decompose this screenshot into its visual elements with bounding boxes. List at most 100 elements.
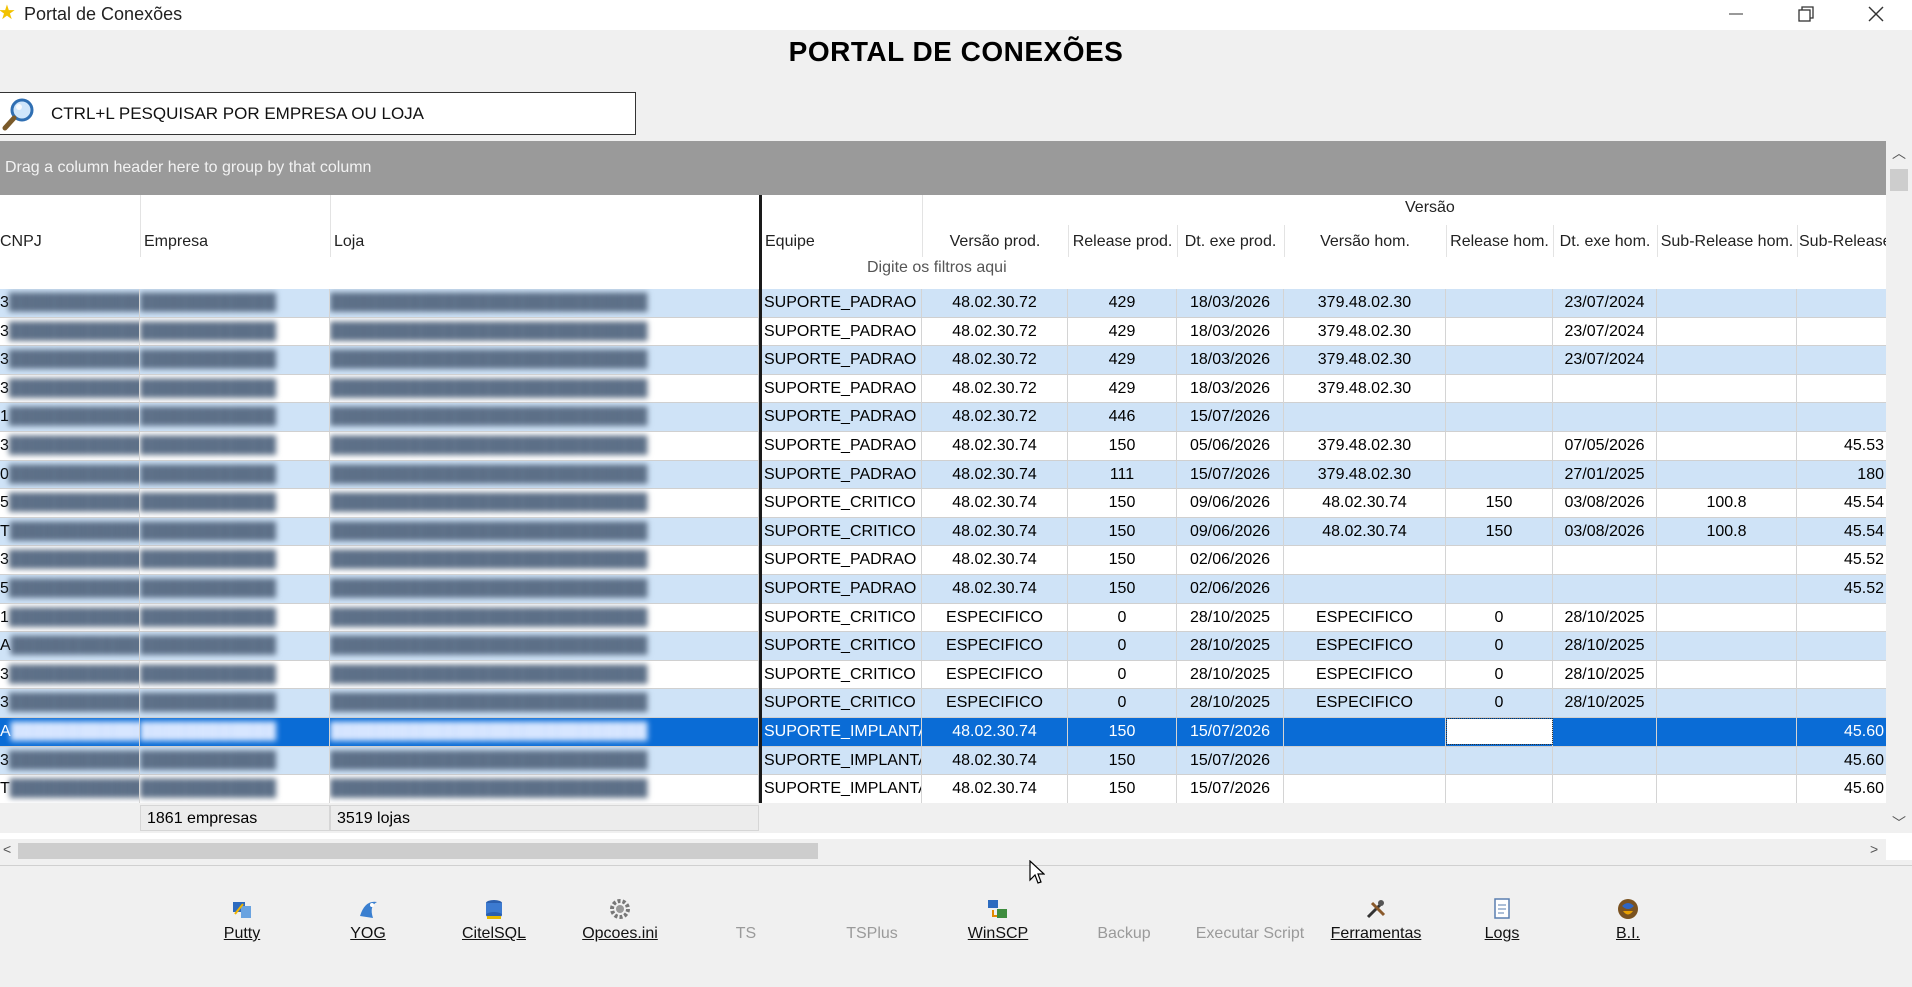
cell-dt-exe-hom[interactable]: [1553, 574, 1657, 603]
scroll-left-icon[interactable]: <: [3, 841, 11, 857]
cell-empresa[interactable]: ████████████: [140, 460, 330, 489]
cell-dt-exe-hom[interactable]: 28/10/2025: [1553, 689, 1657, 718]
table-row[interactable]: A███████████ ████████████ ████████████████…: [0, 632, 1886, 661]
search-input[interactable]: CTRL+L PESQUISAR POR EMPRESA OU LOJA: [0, 92, 636, 135]
cell-dt-exe-prod[interactable]: 28/10/2025: [1177, 660, 1284, 689]
cell-versao-hom[interactable]: [1284, 746, 1446, 775]
horizontal-scroll-thumb[interactable]: [18, 843, 818, 859]
cell-empresa[interactable]: ████████████: [140, 289, 330, 317]
cell-versao-prod[interactable]: 48.02.30.74: [922, 574, 1068, 603]
vertical-scroll-thumb[interactable]: [1890, 169, 1908, 191]
cell-sub-release-hom[interactable]: [1657, 717, 1797, 746]
cell-cnpj[interactable]: 3██████████████: [0, 546, 140, 575]
column-header-sub-release-hom[interactable]: Sub-Release hom.: [1657, 227, 1797, 257]
cell-dt-exe-prod[interactable]: 15/07/2026: [1177, 403, 1284, 432]
cell-dt-exe-hom[interactable]: 23/07/2024: [1553, 317, 1657, 346]
cell-sub-release-hom[interactable]: [1657, 374, 1797, 403]
cell-sub-release[interactable]: [1797, 375, 1886, 403]
cell-equipe[interactable]: SUPORTE_CRITICO: [762, 603, 922, 632]
toolbar-button-opcoes-ini[interactable]: Opcoes.ini: [560, 896, 680, 943]
column-header-empresa[interactable]: Empresa: [144, 227, 330, 257]
toolbar-button-logs[interactable]: Logs: [1442, 896, 1562, 943]
cell-versao-hom[interactable]: 48.02.30.74: [1284, 517, 1446, 546]
cell-dt-exe-prod[interactable]: 15/07/2026: [1177, 717, 1284, 746]
restore-button[interactable]: [1776, 0, 1834, 30]
cell-dt-exe-prod[interactable]: 28/10/2025: [1177, 603, 1284, 632]
cell-release-prod[interactable]: 150: [1068, 717, 1177, 746]
group-by-panel[interactable]: Drag a column header here to group by th…: [0, 141, 1886, 195]
cell-cnpj[interactable]: 3██████████████: [0, 317, 140, 346]
cell-cnpj[interactable]: 3██████████████: [0, 746, 140, 775]
cell-versao-hom[interactable]: [1284, 546, 1446, 575]
table-row[interactable]: 3███████████ ████████████ ████████████████…: [0, 660, 1886, 690]
cell-sub-release[interactable]: 45.54: [1797, 489, 1886, 517]
table-row[interactable]: 0███████████ ████████████ ████████████████…: [0, 460, 1886, 490]
cell-versao-hom[interactable]: [1284, 403, 1446, 432]
cell-cnpj[interactable]: 5██████████████: [0, 489, 140, 518]
cell-cnpj[interactable]: 5██████████████: [0, 574, 140, 603]
cell-empresa[interactable]: ████████████: [140, 403, 330, 432]
table-row[interactable]: 3███████████ ████████████ ████████████████…: [0, 346, 1886, 375]
cell-equipe[interactable]: SUPORTE_PADRAO: [762, 317, 922, 346]
cell-cnpj[interactable]: 1██████████████: [0, 603, 140, 632]
cell-release-prod[interactable]: 0: [1068, 603, 1177, 632]
cell-equipe[interactable]: SUPORTE_PADRAO: [762, 403, 922, 432]
cell-sub-release-hom[interactable]: [1657, 431, 1797, 460]
cell-dt-exe-prod[interactable]: 28/10/2025: [1177, 632, 1284, 661]
cell-empresa[interactable]: ████████████: [140, 775, 330, 804]
focused-cell[interactable]: [1446, 717, 1553, 745]
toolbar-button-yog[interactable]: YOG: [308, 896, 428, 943]
cell-release-hom[interactable]: [1446, 746, 1553, 775]
cell-dt-exe-prod[interactable]: 02/06/2026: [1177, 546, 1284, 575]
cell-sub-release-hom[interactable]: [1657, 603, 1797, 632]
cell-versao-hom[interactable]: [1284, 574, 1446, 603]
cell-empresa[interactable]: ████████████: [140, 317, 330, 346]
cell-release-hom[interactable]: [1446, 460, 1553, 489]
cell-sub-release[interactable]: 45.53: [1797, 432, 1886, 460]
cell-sub-release[interactable]: [1797, 689, 1886, 717]
cell-empresa[interactable]: ████████████: [140, 431, 330, 460]
cell-dt-exe-prod[interactable]: 28/10/2025: [1177, 689, 1284, 718]
cell-sub-release[interactable]: [1797, 346, 1886, 374]
cell-dt-exe-hom[interactable]: 03/08/2026: [1553, 489, 1657, 518]
minimize-button[interactable]: [1706, 0, 1764, 30]
cell-versao-prod[interactable]: 48.02.30.74: [922, 717, 1068, 746]
cell-versao-prod[interactable]: ESPECIFICO: [922, 632, 1068, 661]
cell-empresa[interactable]: ████████████: [140, 603, 330, 632]
cell-release-prod[interactable]: 429: [1068, 289, 1177, 317]
cell-dt-exe-hom[interactable]: [1553, 374, 1657, 403]
cell-versao-prod[interactable]: 48.02.30.74: [922, 775, 1068, 804]
cell-dt-exe-hom[interactable]: 23/07/2024: [1553, 346, 1657, 375]
cell-dt-exe-hom[interactable]: 03/08/2026: [1553, 517, 1657, 546]
cell-sub-release-hom[interactable]: 100.8: [1657, 489, 1797, 518]
cell-equipe[interactable]: SUPORTE_IMPLANTA: [762, 775, 922, 804]
cell-release-prod[interactable]: 429: [1068, 346, 1177, 375]
cell-equipe[interactable]: SUPORTE_PADRAO: [762, 431, 922, 460]
cell-sub-release-hom[interactable]: [1657, 346, 1797, 375]
cell-release-prod[interactable]: 446: [1068, 403, 1177, 432]
cell-release-hom[interactable]: [1446, 374, 1553, 403]
cell-versao-hom[interactable]: 379.48.02.30: [1284, 346, 1446, 375]
cell-sub-release-hom[interactable]: [1657, 632, 1797, 661]
cell-equipe[interactable]: SUPORTE_PADRAO: [762, 346, 922, 375]
cell-empresa[interactable]: ████████████: [140, 346, 330, 375]
column-header-dt-exe-prod[interactable]: Dt. exe prod.: [1177, 227, 1284, 257]
table-row-selected[interactable]: A███████████ ████████████ ████████████████…: [0, 717, 1886, 747]
cell-empresa[interactable]: ████████████: [140, 374, 330, 403]
toolbar-button-backup[interactable]: Backup: [1064, 896, 1184, 943]
cell-sub-release-hom[interactable]: [1657, 546, 1797, 575]
cell-sub-release[interactable]: [1797, 604, 1886, 632]
table-row[interactable]: T███████████ ████████████ ████████████████…: [0, 517, 1886, 547]
cell-sub-release[interactable]: 45.52: [1797, 575, 1886, 603]
scroll-down-icon[interactable]: ﹀: [1890, 813, 1908, 833]
cell-versao-hom[interactable]: 379.48.02.30: [1284, 374, 1446, 403]
cell-versao-prod[interactable]: 48.02.30.74: [922, 546, 1068, 575]
cell-release-hom[interactable]: [1446, 346, 1553, 375]
cell-loja[interactable]: ████████████████████████████: [330, 403, 759, 432]
cell-release-hom[interactable]: [1446, 403, 1553, 432]
cell-cnpj[interactable]: 0██████████████: [0, 460, 140, 489]
cell-release-hom[interactable]: [1446, 775, 1553, 804]
cell-loja[interactable]: ████████████████████████████: [330, 489, 759, 518]
cell-cnpj[interactable]: T██████████████: [0, 517, 140, 546]
cell-empresa[interactable]: ████████████: [140, 546, 330, 575]
